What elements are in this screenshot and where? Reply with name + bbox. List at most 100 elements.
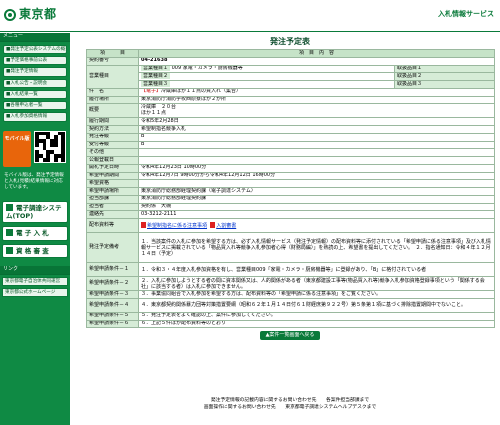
publish-value — [137, 156, 496, 165]
person-label: 担当者 — [86, 202, 139, 212]
bid-type-row: 営業種目２ — [138, 72, 395, 82]
method-value: 希望制指名競争入札 — [137, 125, 496, 134]
qr-code-icon — [34, 130, 66, 163]
mobile-note: モバイル版は、発注予定情報と入札(見積)結果情報に対応しています。 — [4, 172, 64, 191]
method-label: 契約方法 — [86, 125, 139, 134]
grade-value: B — [137, 132, 496, 142]
doc-value: 希望制指名に係る注意事項 入割審書 — [137, 218, 496, 234]
period-value: 令和5年2月28日 — [137, 117, 496, 127]
pdf-icon — [141, 221, 146, 228]
publish-label: 公報登載日 — [86, 156, 139, 165]
logo-text: 東京都 — [19, 7, 57, 21]
footer-line: 画面操作に関するお問い合わせ先 東京都電子調達システムヘルプデスクまで — [203, 404, 377, 410]
sidebar-item-bid-notice[interactable]: ■入札公告・説明会 — [3, 78, 67, 88]
other-value — [137, 148, 496, 158]
delivery-label: 履行場所 — [86, 95, 139, 105]
doc-label: 配布資料等 — [86, 218, 139, 234]
person-value: 契約係 大槻 — [137, 202, 496, 212]
sidebar-item-bid-results[interactable]: ■入札結果一覧 — [3, 89, 67, 100]
page-title: 発注予定表 — [270, 37, 310, 46]
plan-label: 発注予定備考 — [86, 232, 139, 264]
sidebar-item-qualification[interactable]: ■入札参加資格情報 — [3, 112, 67, 122]
qualification-review-link[interactable]: 資 格 審 査 — [2, 243, 68, 259]
cond-label: 希望申請条件－５ — [86, 311, 139, 321]
system-icon — [6, 204, 13, 212]
footer: 発注予定情報の記載内容に関するお問い合わせ先 各案件担当部課まで 画面操作に関す… — [86, 398, 494, 411]
cond-value: ２．入札に参加しようとする者の間に資本関係又は、人的関係がある者（東京都建設工事… — [137, 276, 496, 292]
cond-value: １．令和３・４年度入札参加資格を有し、営業種目009「家電・カメラ・厨房機器等」… — [137, 262, 496, 278]
back-to-list-button[interactable]: ▲案件一覧画面へ戻る — [260, 331, 320, 341]
column-header-item: 項 目 — [86, 49, 139, 58]
tokyo-logo[interactable]: 東京都 — [4, 7, 57, 22]
bid-type-code: 営業種目１ — [141, 65, 171, 72]
cond-label: 希望申請条件－３ — [86, 290, 139, 299]
summary-label: 概要 — [86, 103, 139, 119]
apply-place-value: 東京消防庁総務部経理契約課（電子調達システム） — [137, 187, 496, 196]
dept-value: 東京消防庁総務部経理契約課 — [137, 194, 496, 204]
bidding-icon — [6, 229, 13, 237]
plan-value: １．当該案件の入札に参加を希望する方は、必ず入札情報サービス（発注予定情報）の配… — [137, 232, 496, 264]
cond-label: 希望申請条件－１ — [86, 262, 139, 278]
handling-item-label: 取扱品目２ — [393, 72, 496, 82]
link-section-title: リンク — [0, 266, 70, 275]
bid-type-name: 009 家電・カメラ・厨房機器等 — [171, 65, 243, 72]
e-bidding-label: 電 子 入 札 — [16, 229, 49, 238]
bid-type-code: 営業種目２ — [141, 72, 171, 79]
sidebar-item-overview[interactable]: ■発注予定公表システムの概要 — [3, 44, 67, 55]
bid-type-label: 営業種目 — [86, 64, 139, 89]
open-value: 令和4年12月23日 10時00分 — [137, 163, 496, 173]
site-header: 東京都 入札情報サービス — [0, 0, 500, 32]
name-prefix: 【電子】 — [141, 88, 162, 95]
cond-label: 希望申請条件－６ — [86, 319, 139, 329]
review-icon — [6, 246, 13, 254]
cond-value: ４．東京都契約関係暴力団等対策措置要綱（昭和６２年１月１４日付６１財経庶第９２２… — [137, 297, 496, 313]
rank-value: B — [137, 140, 496, 150]
name-value: 【電子】冷蔵庫ほか１１点の買入れ（集合） — [137, 87, 496, 97]
service-title: 入札情報サービス — [438, 10, 494, 18]
column-header-content: 項 目 内 容 — [137, 49, 496, 58]
sidebar-item-price-publication[interactable]: ■予定価格事前公表 — [3, 56, 67, 66]
sidebar-link-e-government[interactable]: 東京都電子自治体共同運営 — [2, 276, 68, 287]
footer-line: 発注予定情報の記載内容に関するお問い合わせ先 各案件担当部課まで — [210, 398, 370, 403]
bid-type-row: 営業種目１ 009 家電・カメラ・厨房機器等 — [138, 64, 395, 74]
apply-place-label: 希望申請場所 — [86, 187, 139, 196]
period-label: 履行期間 — [86, 117, 139, 127]
cond-value: ６．上記５件ほか配布資料等のとおり — [137, 319, 496, 329]
cond-value: ５．発注予定表をよく確認の上、案件に参加してください。 — [137, 311, 496, 321]
bid-type-code: 営業種目３ — [141, 80, 171, 87]
sidebar-item-order-plan[interactable]: ■発注予定情報 — [3, 67, 67, 77]
name-text: 冷蔵庫ほか１１点の買入れ（集合） — [161, 88, 242, 95]
tokyo-emblem-icon — [4, 8, 16, 21]
dept-label: 担当部課 — [86, 194, 139, 204]
sidebar: メニュー ■発注予定公表システムの概要 ■予定価格事前公表 ■発注予定情報 ■入… — [0, 33, 70, 425]
rank-label: 受付等級 — [86, 140, 139, 150]
apply-cond-value — [137, 179, 496, 189]
summary-line: ほか１１点 — [141, 109, 167, 116]
mobile-section: モバイル版 — [3, 130, 67, 169]
cond-label: 希望申請条件－２ — [86, 276, 139, 292]
sidebar-link-tokyo-official[interactable]: 東京都公式ホームページ — [2, 288, 68, 298]
tel-value: 03-3212-2111 — [137, 210, 496, 220]
qualification-review-label: 資 格 審 査 — [16, 246, 49, 255]
cond-value: ３．事業協同組合で入札参加を希望する方は、配布資料等の「希望申請に係る注意事項」… — [137, 290, 496, 299]
e-procurement-top-link[interactable]: 電子調達システム(TOP) — [2, 201, 68, 224]
apply-period-label: 希望申請期間 — [86, 171, 139, 181]
pdf-icon — [210, 221, 216, 228]
mobile-label: モバイル版 — [4, 135, 30, 142]
open-label: 開札予定日時 — [86, 163, 139, 173]
doc-link-spec[interactable]: 入割審書 — [216, 223, 236, 229]
cond-label: 希望申請条件－４ — [86, 297, 139, 313]
handling-item-label: 取扱品目１ — [393, 64, 496, 74]
doc-link-caution[interactable]: 希望制指名に係る注意事項 — [147, 223, 207, 229]
grade-label: 発注等級 — [86, 132, 139, 142]
handling-item-label: 取扱品目３ — [393, 80, 496, 89]
name-label: 件 名 — [86, 87, 139, 97]
mobile-button[interactable]: モバイル版 — [3, 130, 31, 167]
tel-label: 連絡先 — [86, 210, 139, 220]
order-plan-table: 項 目 項 目 内 容 契約番号 04-21638 営業種目 営業種目１ 009… — [86, 49, 496, 329]
contract-no-label: 契約番号 — [86, 56, 139, 66]
sidebar-item-applicants[interactable]: ■各種申込者一覧 — [3, 101, 67, 111]
e-bidding-link[interactable]: 電 子 入 札 — [2, 226, 68, 241]
summary-value: 冷蔵庫 ２０台 ほか１１点 — [137, 103, 496, 119]
main-content: 発注予定表 項 目 項 目 内 容 契約番号 04-21638 営業種目 営業種… — [86, 33, 496, 343]
